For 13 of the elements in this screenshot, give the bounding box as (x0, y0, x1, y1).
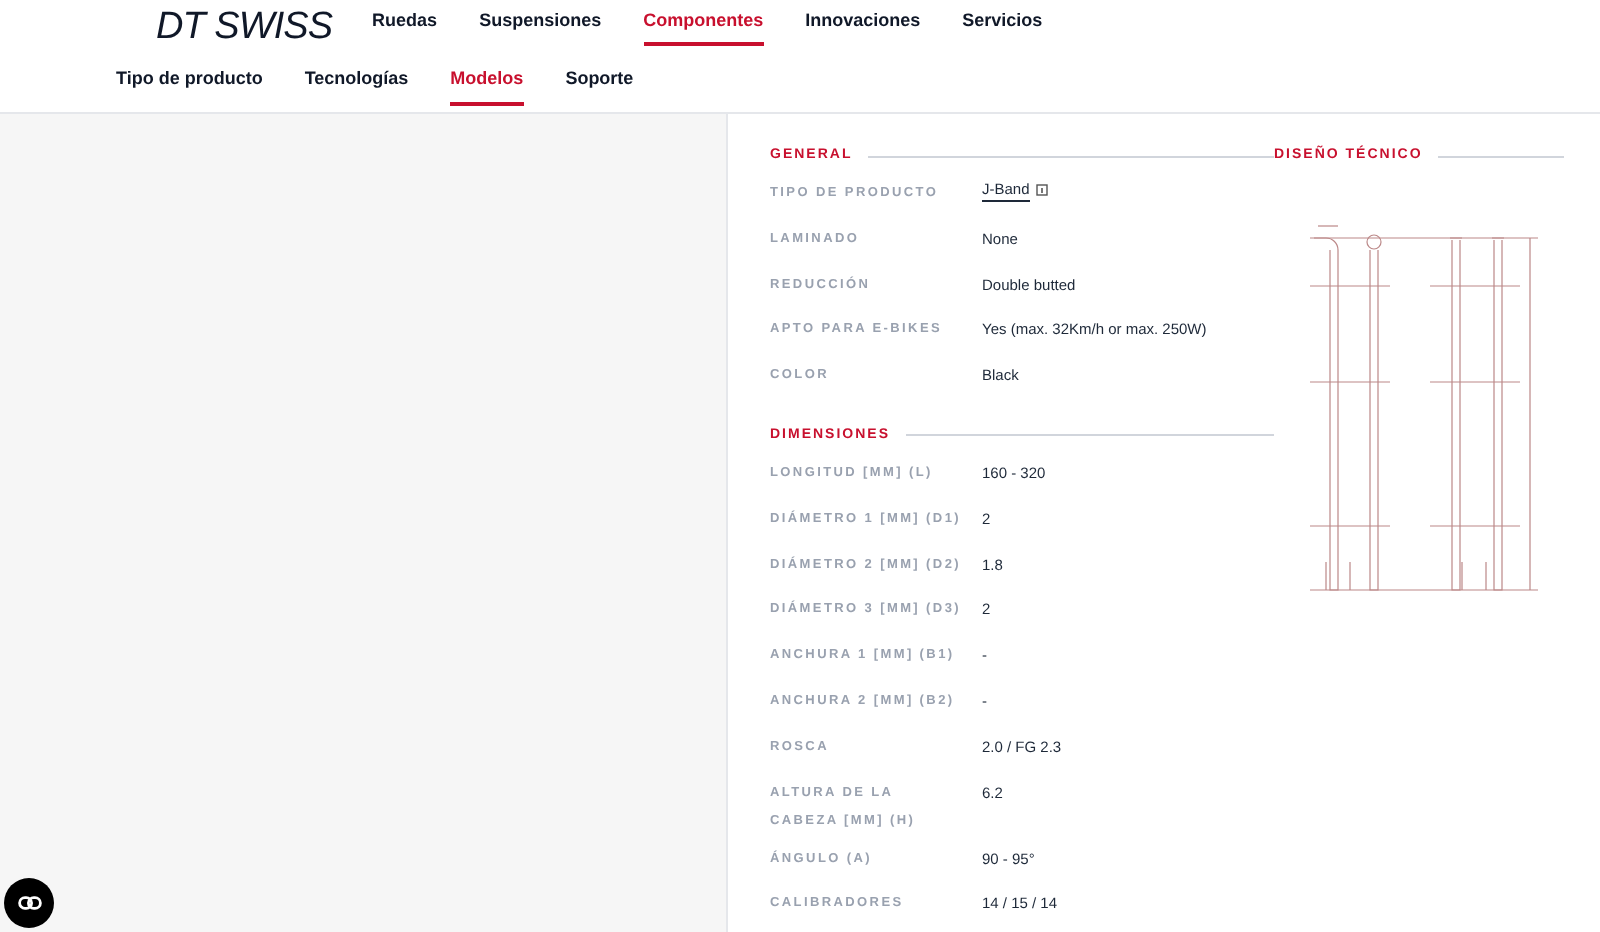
nav-tab[interactable]: Servicios (962, 7, 1043, 47)
info-icon[interactable] (1035, 184, 1048, 196)
link-icon (17, 896, 41, 910)
subnav-tab[interactable]: Tipo de producto (116, 66, 263, 106)
subnav-tab[interactable]: Tecnologías (304, 66, 409, 106)
nav-tab[interactable]: Ruedas (372, 7, 438, 47)
subnav-tab[interactable]: Soporte (565, 66, 634, 106)
link-button[interactable] (4, 878, 54, 928)
nav-tab[interactable]: Innovaciones (805, 7, 921, 47)
nav-tab[interactable]: Suspensiones (479, 7, 602, 47)
brand-logo[interactable]: DT SWISS (156, 8, 333, 47)
nav-tab[interactable]: Componentes (643, 7, 764, 47)
subnav-tab[interactable]: Modelos (450, 66, 524, 106)
